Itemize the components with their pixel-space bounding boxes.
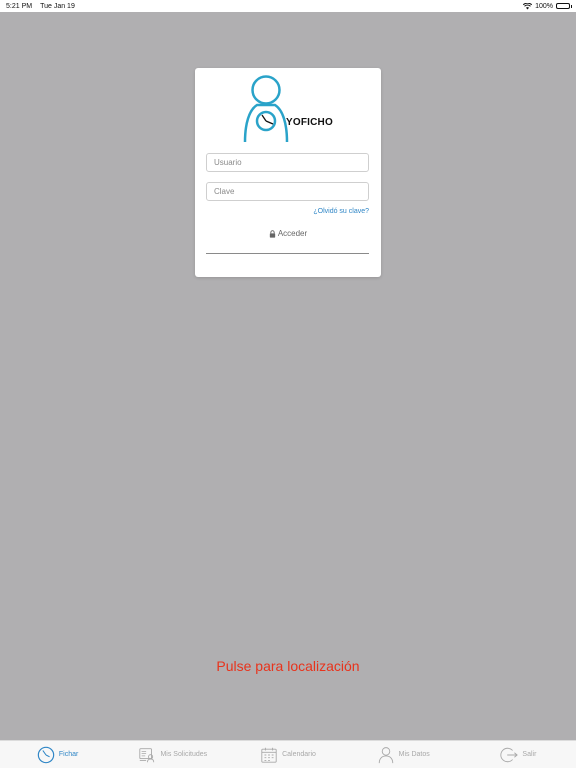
location-prompt[interactable]: Pulse para localización bbox=[0, 658, 576, 674]
calendar-icon bbox=[261, 747, 277, 763]
tab-salir-label: Salir bbox=[522, 751, 537, 758]
battery-icon bbox=[556, 3, 572, 9]
username-input[interactable] bbox=[206, 153, 369, 172]
status-right: 100% bbox=[523, 2, 572, 10]
tab-mis-solicitudes-label: Mis Solicitudes bbox=[160, 751, 208, 758]
tab-mis-solicitudes[interactable]: Mis Solicitudes bbox=[115, 741, 230, 768]
login-card: YOFICHO ¿Olvidó su clave? Acceder bbox=[195, 68, 381, 277]
wifi-icon bbox=[523, 2, 533, 9]
login-button[interactable]: Acceder bbox=[195, 228, 381, 239]
forgot-password-link[interactable]: ¿Olvidó su clave? bbox=[313, 208, 369, 215]
logo-text: YOFICHO bbox=[286, 117, 333, 128]
logout-icon bbox=[500, 747, 519, 762]
password-input[interactable] bbox=[206, 182, 369, 201]
tab-fichar[interactable]: Fichar bbox=[0, 741, 115, 768]
card-divider bbox=[206, 253, 369, 254]
tab-calendario[interactable]: Calendario bbox=[230, 741, 345, 768]
status-bar: 5:21 PM Tue Jan 19 100% bbox=[0, 0, 576, 12]
tab-salir[interactable]: Salir bbox=[461, 741, 576, 768]
status-left: 5:21 PM Tue Jan 19 bbox=[6, 3, 75, 10]
requests-icon bbox=[139, 747, 155, 762]
login-button-label: Acceder bbox=[277, 229, 308, 238]
app-screen: 5:21 PM Tue Jan 19 100% YOFICHO ¿Olv bbox=[0, 0, 576, 768]
yoficho-logo-icon bbox=[243, 75, 289, 143]
status-date: Tue Jan 19 bbox=[40, 2, 75, 10]
lock-icon bbox=[269, 229, 275, 238]
user-icon bbox=[378, 746, 393, 763]
tab-calendario-label: Calendario bbox=[282, 751, 316, 758]
tab-mis-datos-label: Mis Datos bbox=[398, 751, 430, 758]
tab-fichar-label: Fichar bbox=[58, 751, 79, 758]
clock-icon bbox=[37, 746, 55, 763]
status-time: 5:21 PM bbox=[6, 2, 33, 10]
tab-mis-datos[interactable]: Mis Datos bbox=[346, 741, 461, 768]
tab-bar: Fichar Mis Solicitudes Calendario Mis Da… bbox=[0, 740, 576, 768]
battery-percent: 100% bbox=[535, 2, 553, 10]
